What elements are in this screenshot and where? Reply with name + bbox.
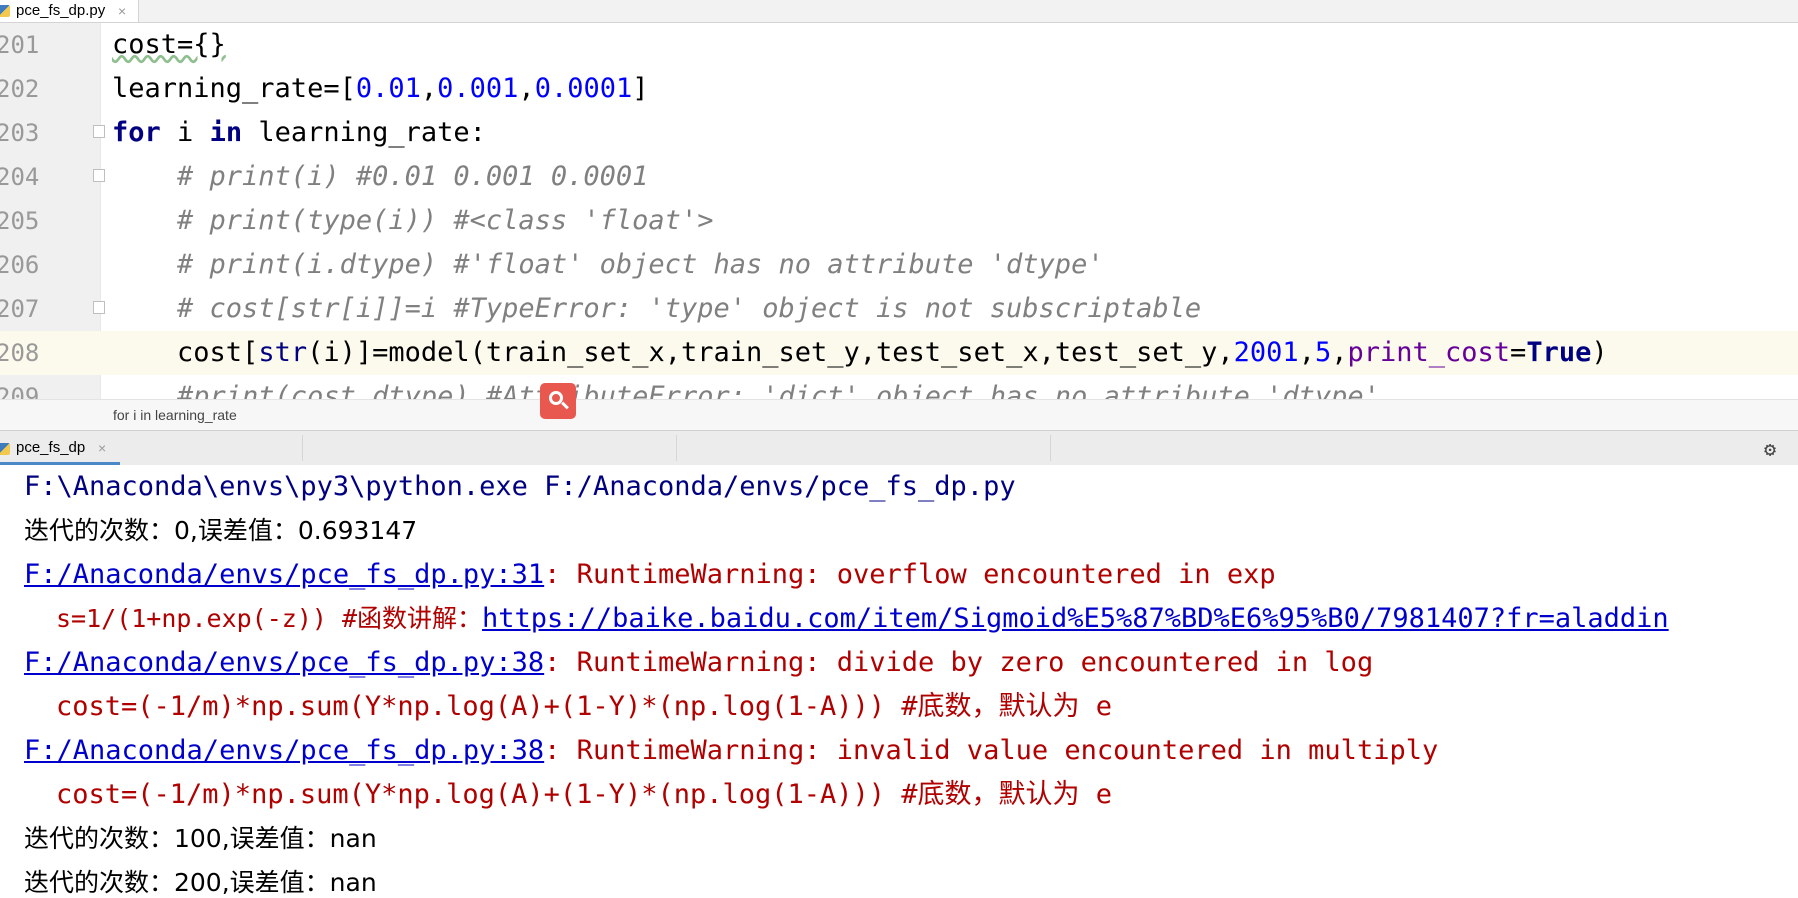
search-icon-handle [561,401,569,410]
code-fragment: = [1510,337,1527,368]
run-tab-pce-fs-dp[interactable]: pce_fs_dp × [0,431,120,465]
line-number: 205 [0,207,40,235]
console-line: 迭代的次数：100,误差值：nan [24,817,377,861]
code-fragment: learning_rate=[ [112,73,356,104]
console-output[interactable]: F:\Anaconda\envs\py3\python.exe F:/Anaco… [0,465,1798,898]
code-comment: #print(cost.dtype) #AttributeError: 'dic… [112,381,1380,399]
line-number: 202 [0,75,40,103]
code-text: for i in learning_rate: [112,111,486,155]
close-icon[interactable]: × [98,431,106,465]
line-number: 203 [0,119,40,147]
run-tab-label: pce_fs_dp [16,439,86,456]
console-line: s=1/(1+np.exp(-z)) #函数讲解：https://baike.b… [24,597,1669,641]
code-fragment: cost={} [112,29,226,60]
console-line: F:/Anaconda/envs/pce_fs_dp.py:31: Runtim… [24,553,1276,597]
warning-message: : RuntimeWarning: overflow encountered i… [544,559,1276,590]
code-line-current[interactable]: 208 cost[str(i)]=model(train_set_x,train… [0,331,1798,375]
code-line[interactable]: 204 # print(i) #0.01 0.001 0.0001 [0,155,1798,199]
editor-tab-bar: pce_fs_dp.py × [0,0,1798,23]
code-fragment: , [1331,337,1348,368]
python-file-icon [0,5,10,17]
breadcrumb-bar: for i in learning_rate [0,399,1798,430]
warning-message: : RuntimeWarning: divide by zero encount… [544,647,1374,678]
fold-marker-icon[interactable] [93,169,105,182]
keyword: for [112,117,161,148]
iteration-output: 迭代的次数：100,误差值：nan [24,824,377,853]
code-fragment: ) [1591,337,1608,368]
code-line[interactable]: 205 # print(type(i)) #<class 'float'> [0,199,1798,243]
number-literal: 0.0001 [534,73,633,104]
number-literal: 5 [1314,337,1332,368]
divider [676,435,677,461]
code-text: cost={} [112,23,226,67]
code-text: cost[str(i)]=model(train_set_x,train_set… [112,331,1608,375]
keyword: True [1526,337,1592,368]
number-literal: 0.001 [437,73,519,104]
line-number: 201 [0,31,40,59]
source-link[interactable]: F:/Anaconda/envs/pce_fs_dp.py:38 [24,735,544,766]
code-line[interactable]: 206 # print(i.dtype) #'float' object has… [0,243,1798,287]
source-link[interactable]: F:/Anaconda/envs/pce_fs_dp.py:31 [24,559,544,590]
code-line[interactable]: 202 learning_rate=[0.01,0.001,0.0001] [0,67,1798,111]
code-fragment: learning_rate: [242,117,486,148]
code-line[interactable]: 203 for i in learning_rate: [0,111,1798,155]
code-fragment: , [1298,337,1315,368]
console-line: 迭代的次数：200,误差值：nan [24,861,377,898]
keyword-argument: print_cost [1347,337,1511,368]
code-fragment: , [420,73,438,104]
console-line: F:/Anaconda/envs/pce_fs_dp.py:38: Runtim… [24,729,1438,773]
editor-tab-label: pce_fs_dp.py [16,2,106,19]
warning-source: s=1/(1+np.exp(-z)) #函数讲解： [56,604,483,633]
iteration-output: 迭代的次数：0,误差值：0.693147 [24,516,418,545]
line-number: 206 [0,251,40,279]
code-line[interactable]: 209 #print(cost.dtype) #AttributeError: … [0,375,1798,399]
code-fragment: , [518,73,535,104]
code-text: learning_rate=[0.01,0.001,0.0001] [112,67,649,111]
fold-marker-icon[interactable] [93,301,105,314]
code-fragment: i [160,117,210,148]
code-comment: # print(i) #0.01 0.001 0.0001 [112,161,649,192]
divider [1050,435,1051,461]
code-line[interactable]: 207 # cost[str[i]]=i #TypeError: 'type' … [0,287,1798,331]
keyword: in [209,117,243,148]
source-link[interactable]: F:/Anaconda/envs/pce_fs_dp.py:38 [24,647,544,678]
code-comment: # cost[str[i]]=i #TypeError: 'type' obje… [112,293,1202,324]
editor-tab-pce-fs-dp[interactable]: pce_fs_dp.py × [0,0,139,22]
line-number: 207 [0,295,40,323]
warning-message: : RuntimeWarning: invalid value encounte… [544,735,1439,766]
console-line: F:\Anaconda\envs\py3\python.exe F:/Anaco… [24,471,1016,502]
line-number: 208 [0,339,40,367]
code-comment: # print(i.dtype) #'float' object has no … [112,249,1104,280]
console-line: 迭代的次数：0,误差值：0.693147 [24,509,417,553]
line-number: 204 [0,163,40,191]
console-line: cost=(-1/m)*np.sum(Y*np.log(A)+(1-Y)*(np… [56,691,1113,722]
close-icon[interactable]: × [118,0,126,22]
code-fragment: ] [632,73,649,104]
iteration-output: 迭代的次数：200,误差值：nan [24,868,377,897]
line-number: 209 [0,383,40,399]
gear-icon[interactable]: ⚙ [1764,437,1776,461]
code-fragment: (i)]=model(train_set_x,train_set_y,test_… [307,337,1234,368]
builtin-name: str [258,337,308,368]
divider [302,435,303,461]
code-comment: # print(type(i)) #<class 'float'> [112,205,714,236]
console-line: F:/Anaconda/envs/pce_fs_dp.py:38: Runtim… [24,641,1373,685]
number-literal: 2001 [1233,337,1299,368]
code-line[interactable]: 201 cost={} [0,23,1798,67]
breadcrumb[interactable]: for i in learning_rate [113,407,237,423]
code-editor[interactable]: 201 cost={} 202 learning_rate=[0.01,0.00… [0,23,1798,399]
code-fragment: cost[ [112,337,259,368]
number-literal: 0.01 [355,73,421,104]
run-tab-bar: pce_fs_dp × ⚙ [0,430,1798,466]
search-button[interactable] [540,383,576,419]
console-line: cost=(-1/m)*np.sum(Y*np.log(A)+(1-Y)*(np… [56,779,1113,810]
fold-marker-icon[interactable] [93,125,105,138]
url-link[interactable]: https://baike.baidu.com/item/Sigmoid%E5%… [482,603,1669,634]
python-run-icon [0,443,10,455]
